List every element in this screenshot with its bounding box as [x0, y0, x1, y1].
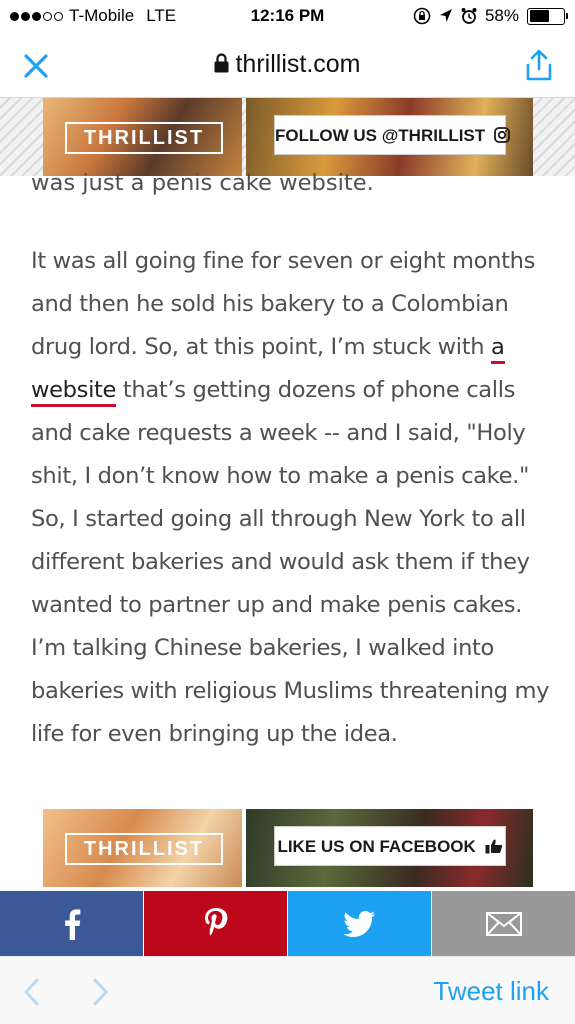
url-display[interactable]: thrillist.com — [0, 50, 575, 79]
url-text: thrillist.com — [235, 50, 361, 78]
like-facebook-button[interactable]: LIKE US ON FACEBOOK — [274, 826, 506, 866]
battery-icon — [527, 7, 568, 25]
facebook-icon — [64, 908, 80, 940]
follow-label: FOLLOW US @THRILLIST — [275, 126, 486, 145]
previous-paragraph-line: was just a penis cake website. — [31, 170, 374, 196]
like-label: LIKE US ON FACEBOOK — [277, 837, 476, 856]
location-icon — [439, 9, 452, 22]
instagram-icon — [494, 127, 510, 143]
paragraph-text-before-link: It was all going fine for seven or eight… — [31, 248, 536, 360]
ad-food-image-right: LIKE US ON FACEBOOK — [246, 809, 533, 887]
follow-instagram-button[interactable]: FOLLOW US @THRILLIST — [274, 115, 510, 155]
share-facebook-button[interactable] — [0, 891, 143, 956]
paragraph-text-after-link: that’s getting dozens of phone calls and… — [31, 377, 550, 747]
article-paragraph: It was all going fine for seven or eight… — [31, 240, 551, 756]
alarm-icon — [461, 8, 477, 24]
share-email-button[interactable] — [431, 891, 575, 956]
status-bar: T-Mobile LTE 12:16 PM 58% — [0, 0, 575, 34]
battery-percentage: 58% — [484, 6, 519, 25]
tweet-link-button[interactable]: Tweet link — [433, 976, 549, 1007]
browser-nav-bar: thrillist.com — [0, 34, 575, 98]
battery-level — [529, 10, 549, 22]
ad-banner-bottom[interactable]: THRILLIST LIKE US ON FACEBOOK — [0, 809, 575, 887]
share-twitter-button[interactable] — [287, 891, 431, 956]
status-right: 58% — [413, 6, 568, 26]
lock-icon — [214, 53, 229, 73]
twitter-icon — [343, 910, 375, 937]
mail-icon — [485, 911, 522, 936]
forward-chevron-icon[interactable] — [88, 977, 112, 1007]
ad-food-image: THRILLIST — [43, 809, 242, 887]
pinterest-icon — [204, 907, 227, 936]
share-pinterest-button[interactable] — [143, 891, 287, 956]
back-chevron-icon[interactable] — [20, 977, 44, 1007]
thrillist-logo: THRILLIST — [65, 833, 223, 865]
social-share-bar — [0, 891, 575, 956]
share-icon[interactable] — [523, 48, 555, 82]
rotation-lock-icon — [413, 7, 431, 25]
thrillist-logo: THRILLIST — [65, 122, 223, 154]
thumbs-up-icon — [485, 839, 502, 854]
bottom-toolbar: Tweet link — [0, 956, 575, 1024]
